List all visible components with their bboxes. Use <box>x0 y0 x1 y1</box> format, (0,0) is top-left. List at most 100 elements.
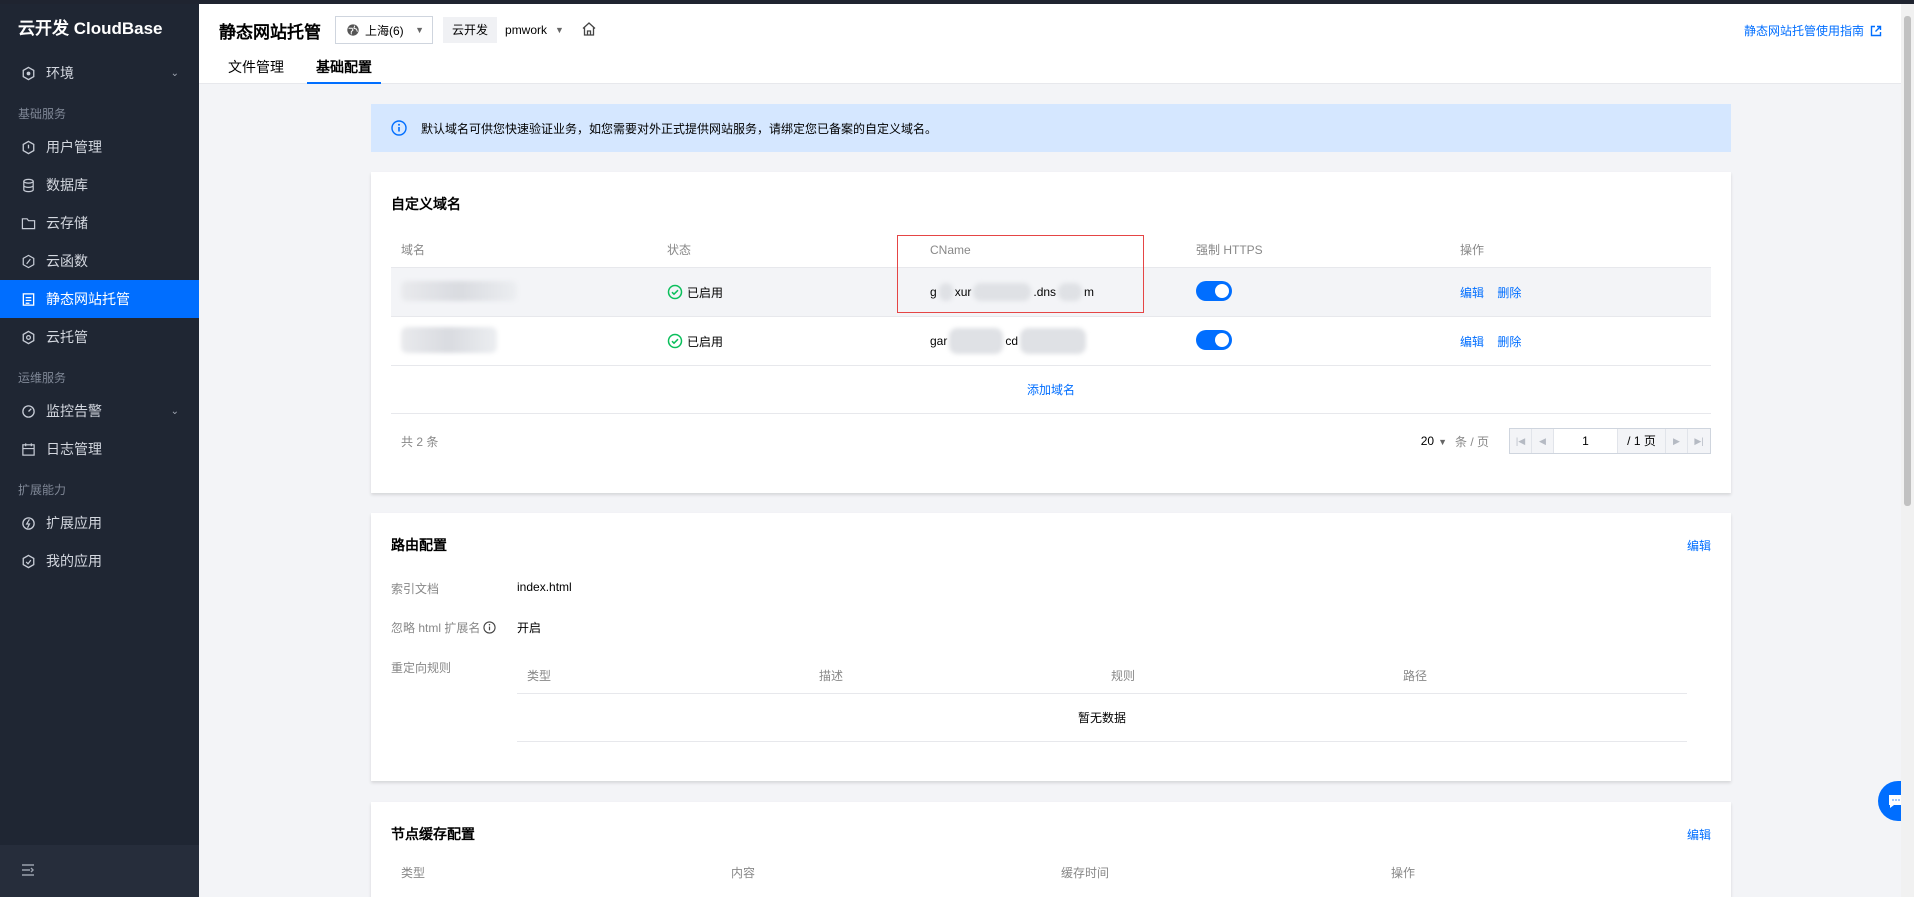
page-navigator: |◀ ◀ / 1 页 ▶ ▶| <box>1509 428 1711 454</box>
scrollbar-thumb[interactable] <box>1904 16 1911 506</box>
env-name: pmwork <box>505 23 548 37</box>
sidebar-item-cloud-hosting[interactable]: 云托管 <box>0 318 199 356</box>
sidebar-item-functions[interactable]: 云函数 <box>0 242 199 280</box>
next-page-icon[interactable]: ▶ <box>1666 429 1688 453</box>
tab-basic-config[interactable]: 基础配置 <box>307 52 381 84</box>
add-domain-button[interactable]: 添加域名 <box>1027 381 1075 398</box>
env-label: 云开发 <box>443 17 498 43</box>
chevron-down-icon: ⌄ <box>170 67 179 79</box>
table-header: 类型 描述 规则 路径 <box>517 658 1687 694</box>
delete-button[interactable]: 删除 <box>1497 286 1521 300</box>
sidebar: 云开发 CloudBase 环境 ⌄ 基础服务 用户管理 数据库 云存储 云函数… <box>0 4 199 897</box>
sidebar-item-storage[interactable]: 云存储 <box>0 204 199 242</box>
redirect-table: 类型 描述 规则 路径 暂无数据 <box>517 658 1687 742</box>
edit-button[interactable]: 编辑 <box>1460 286 1484 300</box>
column-header-actions: 操作 <box>1391 866 1416 880</box>
sidebar-item-env[interactable]: 环境 ⌄ <box>0 54 199 92</box>
actions-cell: 编辑 删除 <box>1450 284 1711 301</box>
column-header-type: 类型 <box>401 866 426 880</box>
brand-logo: 云开发 CloudBase <box>18 19 163 38</box>
column-header-rule: 规则 <box>1111 669 1136 683</box>
cname-fragment: gar <box>930 334 948 348</box>
force-https-toggle[interactable] <box>1196 280 1232 301</box>
column-header-actions: 操作 <box>1460 243 1485 257</box>
sidebar-item-label: 云托管 <box>46 329 88 345</box>
column-header-cache-time: 缓存时间 <box>1061 866 1110 880</box>
sidebar-item-database[interactable]: 数据库 <box>0 166 199 204</box>
redirect-label: 重定向规则 <box>391 661 452 675</box>
sidebar-item-label: 环境 <box>46 65 74 81</box>
column-header-domain: 域名 <box>401 243 426 257</box>
external-link-icon <box>1870 25 1882 36</box>
https-cell <box>1186 329 1450 353</box>
force-https-toggle[interactable] <box>1196 329 1232 350</box>
page-title: 静态网站托管 <box>219 23 321 42</box>
delete-button[interactable]: 删除 <box>1497 335 1521 349</box>
home-icon[interactable] <box>581 21 597 37</box>
first-page-icon[interactable]: |◀ <box>1510 429 1532 453</box>
tab-file-management[interactable]: 文件管理 <box>219 52 293 84</box>
table-header: 类型 内容 缓存时间 操作 <box>391 864 1711 881</box>
add-domain-row: 添加域名 <box>391 366 1711 414</box>
index-doc-row: 索引文档 index.html <box>391 580 572 597</box>
info-notice: 默认域名可供您快速验证业务，如您需要对外正式提供网站服务，请绑定您已备案的自定义… <box>371 104 1731 152</box>
ignore-ext-label-wrap: 忽略 html 扩展名 <box>391 619 517 636</box>
guide-link[interactable]: 静态网站托管使用指南 <box>1744 22 1882 39</box>
route-edit-button[interactable]: 编辑 <box>1687 537 1711 554</box>
collapse-menu-icon <box>20 862 36 881</box>
sidebar-item-ext-apps[interactable]: 扩展应用 <box>0 504 199 542</box>
status-cell: 已启用 <box>657 284 920 301</box>
hexagon-icon <box>20 553 36 569</box>
column-header-https: 强制 HTTPS <box>1196 243 1263 257</box>
database-icon <box>20 177 36 193</box>
page-size-select[interactable]: 20 ▼ <box>1421 434 1447 448</box>
https-cell <box>1186 280 1450 304</box>
last-page-icon[interactable]: ▶| <box>1688 429 1710 453</box>
page-scrollbar[interactable] <box>1901 4 1914 897</box>
status-cell: 已启用 <box>657 333 920 350</box>
custom-domain-card: 自定义域名 域名 状态 CName 强制 HTTPS 操作 已启用 g xur … <box>371 172 1731 493</box>
function-icon <box>20 253 36 269</box>
ignore-ext-value: 开启 <box>517 621 542 635</box>
info-icon <box>391 120 407 136</box>
column-header-status: 状态 <box>667 243 692 257</box>
sidebar-item-user-mgmt[interactable]: 用户管理 <box>0 128 199 166</box>
prev-page-icon[interactable]: ◀ <box>1532 429 1554 453</box>
redacted-block <box>949 328 1004 354</box>
check-circle-icon <box>667 284 683 300</box>
region-select[interactable]: 上海(6) ▼ <box>335 16 433 44</box>
info-icon[interactable] <box>483 621 496 634</box>
sidebar-item-monitoring[interactable]: 监控告警 ⌄ <box>0 392 199 430</box>
sidebar-item-label: 监控告警 <box>46 403 102 419</box>
sidebar-item-static-hosting[interactable]: 静态网站托管 <box>0 280 199 318</box>
hexagon-icon <box>20 65 36 81</box>
pagination: 共 2 条 20▼ 条 / 页 |◀ ◀ / 1 页 ▶ ▶| <box>391 421 1711 461</box>
globe-icon <box>347 24 359 36</box>
page-number-input[interactable] <box>1554 429 1618 453</box>
sidebar-group-ops: 运维服务 <box>18 371 67 385</box>
shield-icon <box>20 139 36 155</box>
status-text: 已启用 <box>687 334 724 349</box>
redacted-block <box>1020 328 1087 354</box>
domain-cell-redacted <box>391 280 657 304</box>
sidebar-item-my-apps[interactable]: 我的应用 <box>0 542 199 580</box>
edit-button[interactable]: 编辑 <box>1460 335 1484 349</box>
per-page-label: 条 / 页 <box>1454 434 1489 449</box>
empty-state: 暂无数据 <box>517 694 1687 742</box>
hexagon-icon <box>20 329 36 345</box>
cname-fragment: cd <box>1005 334 1019 348</box>
redirect-row: 重定向规则 <box>391 659 517 676</box>
caret-down-icon: ▼ <box>555 25 564 35</box>
sidebar-item-logs[interactable]: 日志管理 <box>0 430 199 468</box>
sidebar-group-ext: 扩展能力 <box>18 483 67 497</box>
route-config-card: 路由配置 编辑 索引文档 index.html 忽略 html 扩展名 开启 重… <box>371 513 1731 781</box>
tab-bar: 文件管理 基础配置 <box>219 52 395 84</box>
ignore-ext-label: 忽略 html 扩展名 <box>391 621 481 635</box>
caret-down-icon: ▼ <box>1438 437 1447 447</box>
page-size-value: 20 <box>1420 434 1435 448</box>
cache-edit-button[interactable]: 编辑 <box>1687 826 1711 843</box>
env-select[interactable]: 云开发 pmwork ▼ <box>443 16 564 44</box>
sidebar-item-label: 我的应用 <box>46 553 102 569</box>
sidebar-collapse-button[interactable] <box>0 845 199 897</box>
sidebar-item-label: 数据库 <box>46 177 88 193</box>
